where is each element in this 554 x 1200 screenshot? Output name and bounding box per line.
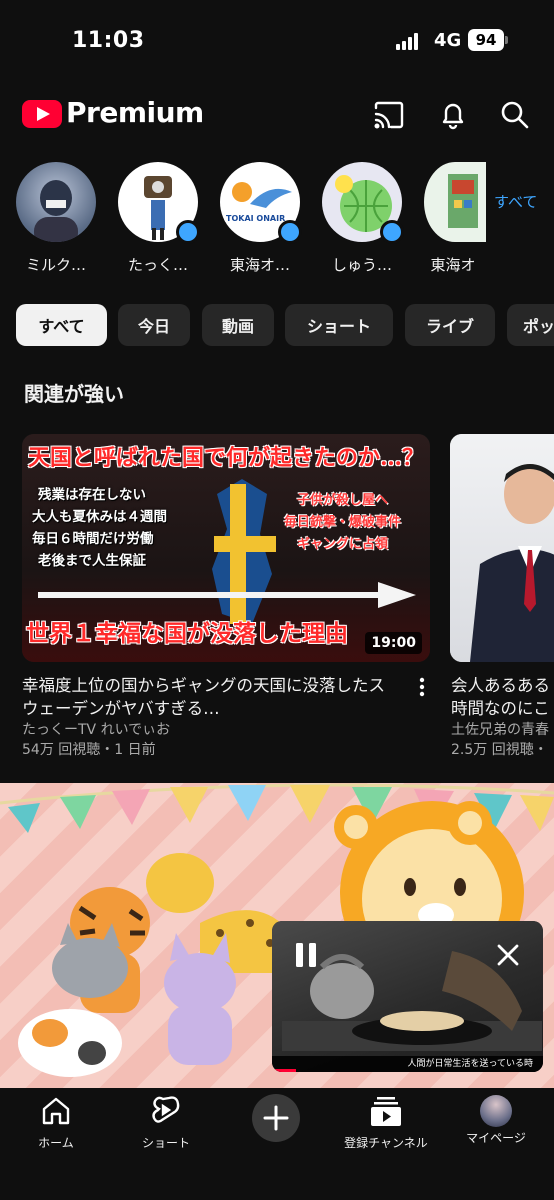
channel-avatar[interactable] [424,162,486,242]
channel-label[interactable]: たっく… [113,254,203,275]
video-stats: 54万 回視聴・1 日前 [22,742,156,758]
nav-label: 登録チャンネル [344,1136,428,1150]
thumbnail-line: 子供が殺し屋へ [297,493,389,508]
network-type: 4G [434,30,462,51]
chip-videos[interactable]: 動画 [202,304,274,346]
video-duration-badge: 19:00 [365,632,422,654]
cast-icon[interactable] [372,98,406,132]
subscriptions-icon [371,1097,401,1126]
thumbnail-headline: 天国と呼ばれた国で何が起きたのか…？ [28,445,425,471]
nav-shorts[interactable]: ショート [116,1094,216,1151]
thumbnail-line: 残業は存在しない [38,487,146,503]
nav-label: ショート [141,1136,190,1150]
create-button[interactable] [252,1094,300,1142]
chip-all[interactable]: すべて [16,304,107,346]
channel-label[interactable]: しゅう… [317,254,407,275]
battery-level: 94 [475,31,497,49]
section-title: 関連が強い [24,382,124,406]
video-channel-name[interactable]: 土佐兄弟の青春 [451,720,554,740]
thumbnail-line: 毎日６時間だけ労働 [32,531,154,547]
thumbnail-line: 大人も夏休みは４週間 [32,509,167,525]
bell-icon[interactable] [436,98,470,132]
chip-podcasts[interactable]: ポッ [507,304,554,346]
channel-label[interactable]: ミルク… [11,254,101,275]
thumbnail-line: 毎日銃撃・爆破事件 [284,515,402,530]
mini-player-progress [272,1069,296,1072]
video-title[interactable]: 幸福度上位の国からギャングの天国に没落したスウェーデンがヤバすぎる… [22,674,400,720]
close-icon[interactable] [496,943,520,971]
chip-shorts[interactable]: ショート [285,304,393,346]
signal-icon [396,32,418,50]
create-icon [263,1105,289,1131]
avatar [480,1095,512,1127]
new-content-dot [278,220,302,244]
battery-tip [505,36,508,44]
video-thumbnail[interactable]: 天国と呼ばれた国で何が起きたのか…？ 残業は存在しない 大人も夏休みは４週間 毎… [22,434,430,662]
video-thumbnail[interactable] [450,434,554,662]
thumbnail-line: 老後まで人生保証 [38,553,146,569]
new-content-dot [176,220,200,244]
nav-label: ホーム [38,1136,74,1150]
pause-icon[interactable] [294,941,318,973]
thumbnail-line: ギャングに占領 [297,537,389,552]
more-options-icon[interactable] [414,676,430,698]
svg-text:TOKAI ONAIR: TOKAI ONAIR [226,214,285,223]
home-icon [42,1097,70,1125]
mini-player[interactable]: 人間が日常生活を送っている時 [272,921,543,1072]
nav-my-page[interactable]: マイページ [446,1094,546,1146]
video-channel-name[interactable]: たっくーTV れいでぃお [22,720,170,740]
battery-icon: 94 [468,29,504,51]
thumbnail-right-text: 子供が殺し屋へ 毎日銃撃・爆破事件 ギャングに占領 [284,490,401,556]
video-title[interactable]: 会人あるある時間なのにこ [451,674,554,720]
thumbnail-left-text: 残業は存在しない 大人も夏休みは４週間 毎日６時間だけ労働 老後まで人生保証 [32,484,167,572]
nav-label: マイページ [466,1131,526,1145]
arrow-graphic [38,582,416,608]
nav-home[interactable]: ホーム [6,1094,106,1151]
search-icon[interactable] [498,98,532,132]
status-time: 11:03 [72,28,145,53]
nav-subscriptions[interactable]: 登録チャンネル [336,1094,436,1151]
channel-avatar[interactable] [16,162,96,242]
chip-live[interactable]: ライブ [405,304,495,346]
logo-text[interactable]: Premium [66,96,204,129]
all-channels-link[interactable]: すべて [494,191,537,212]
channel-label[interactable]: 東海オ [420,254,486,275]
youtube-logo-icon[interactable] [22,100,62,128]
new-content-dot [380,220,404,244]
channel-label[interactable]: 東海オ… [215,254,305,275]
mini-player-caption: 人間が日常生活を送っている時 [272,1056,543,1072]
chip-today[interactable]: 今日 [118,304,190,346]
video-stats: 2.5万 回視聴・ [451,742,548,758]
shorts-icon [152,1096,180,1123]
person-graphic [470,464,554,662]
